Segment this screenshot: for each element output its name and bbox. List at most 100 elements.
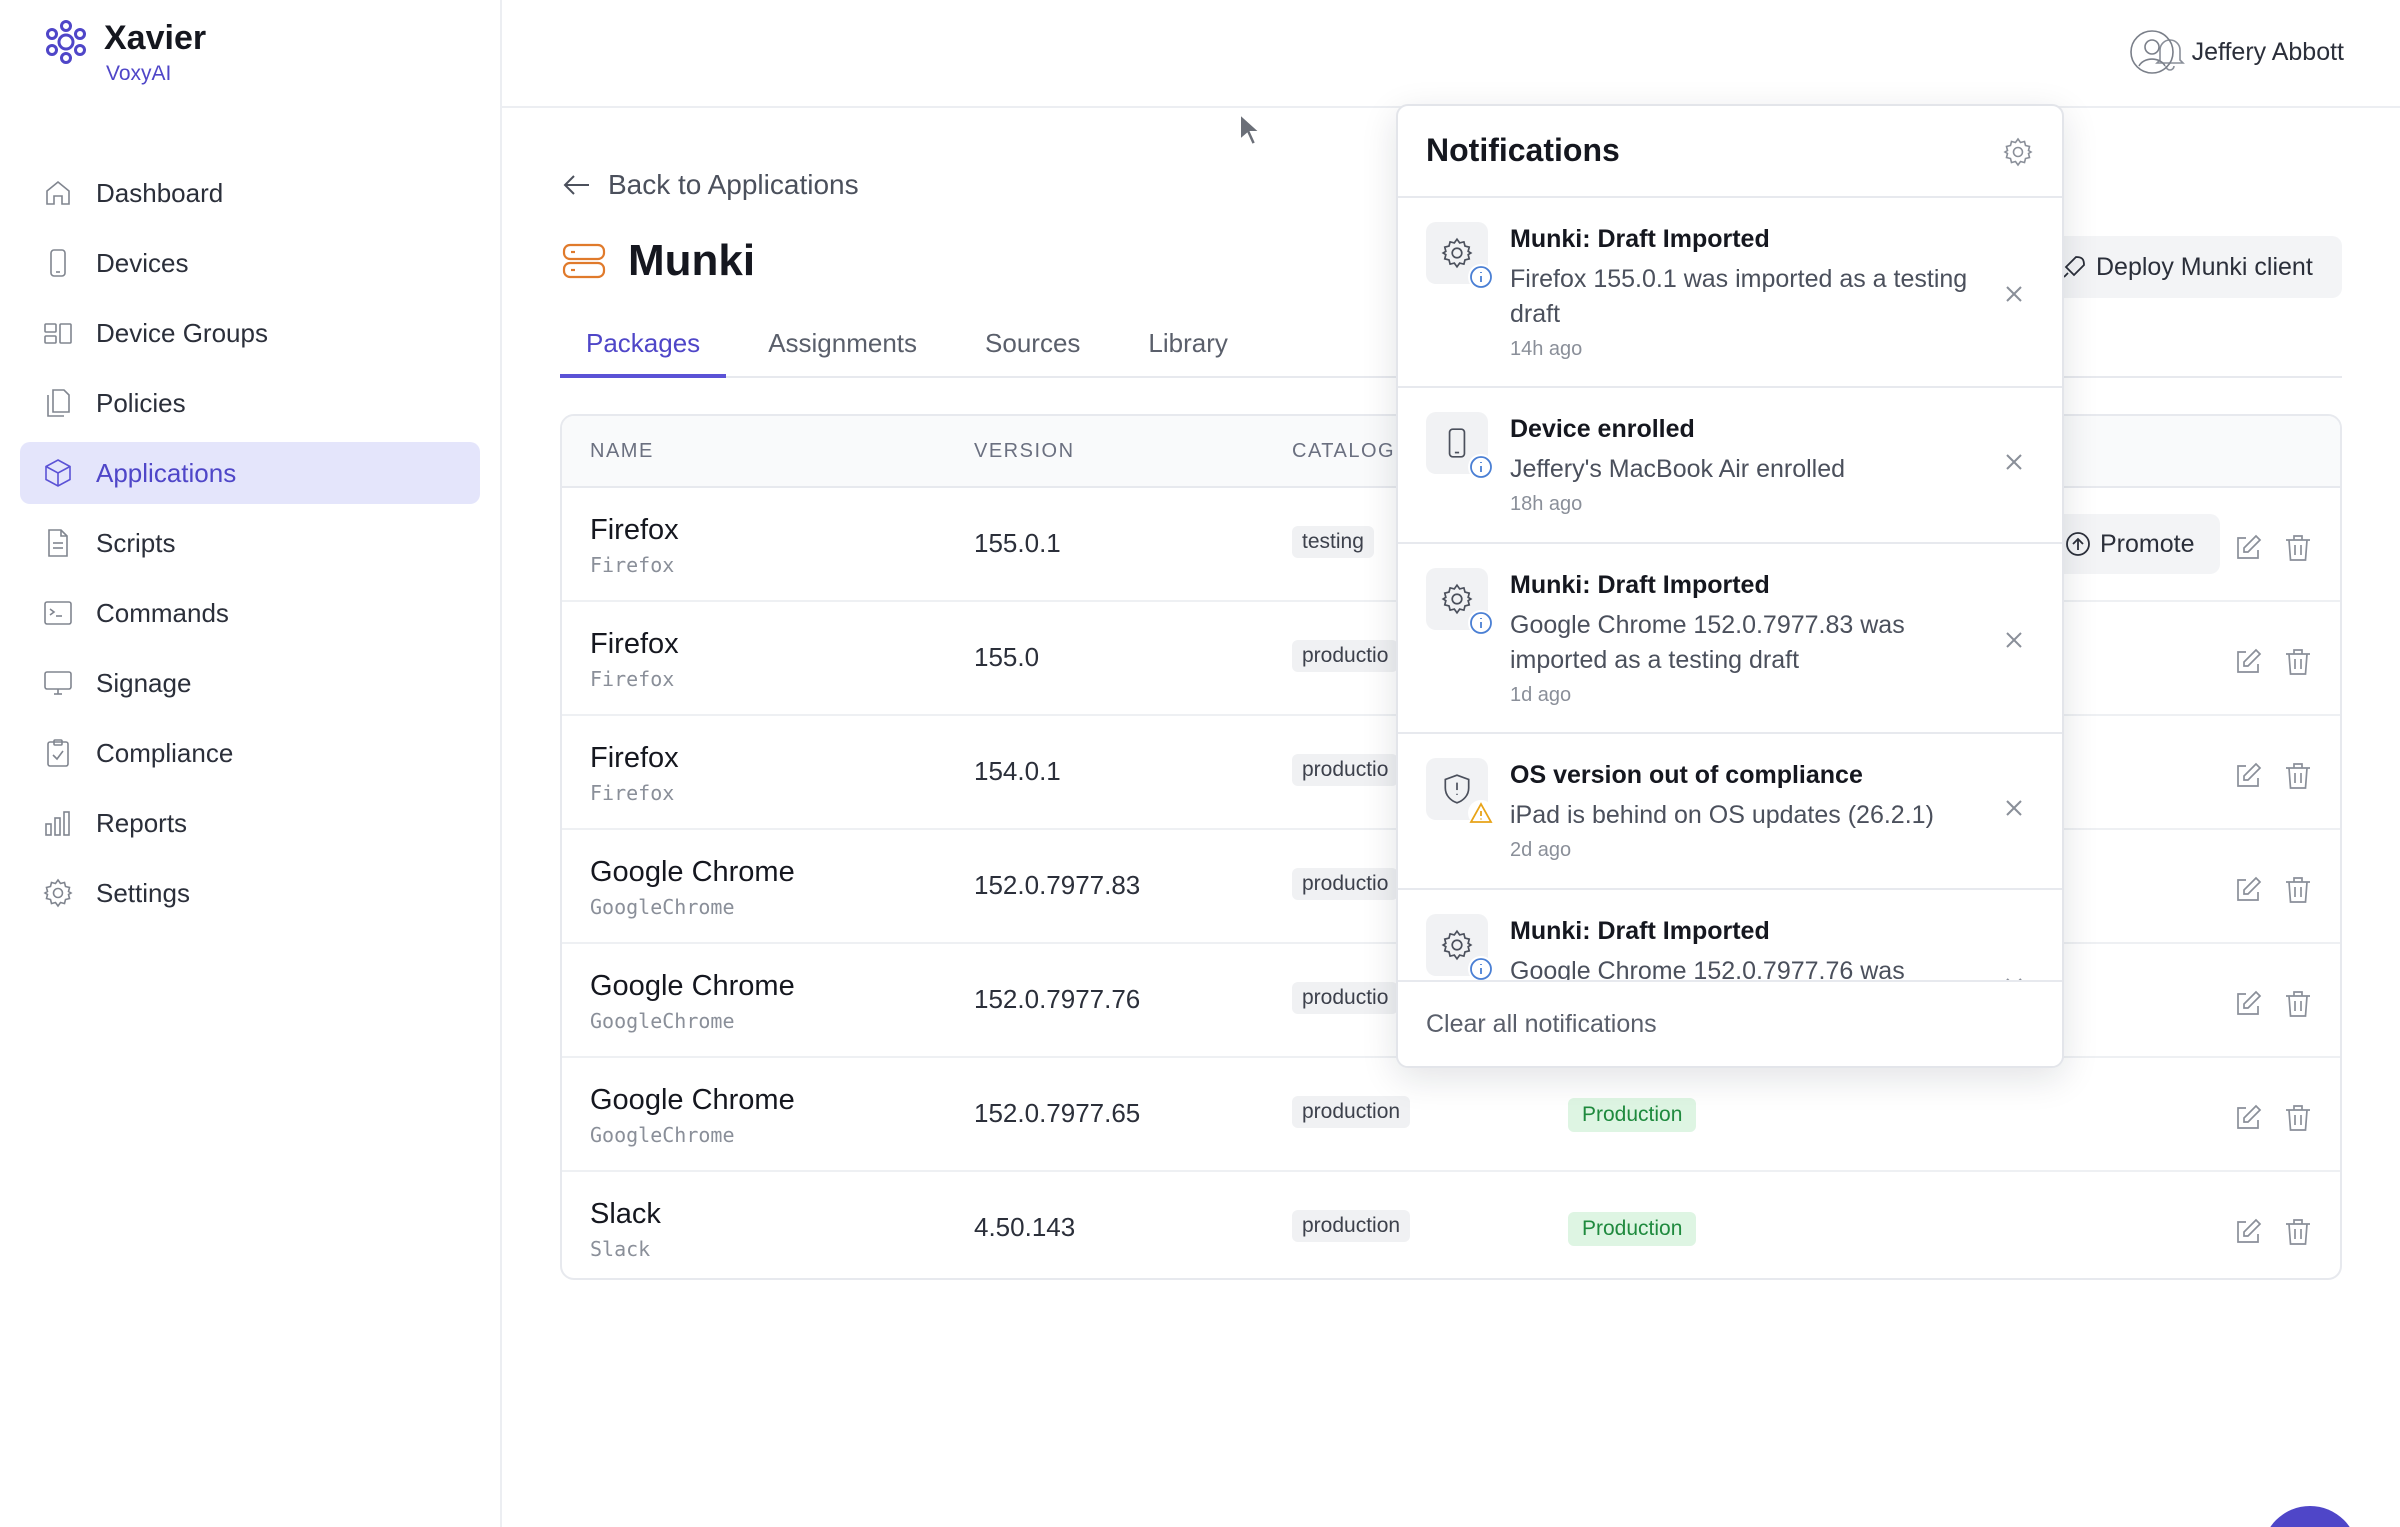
trash-icon[interactable] <box>2282 760 2314 792</box>
sidebar-item-signage[interactable]: Signage <box>20 652 480 714</box>
bar-chart-icon <box>42 807 74 839</box>
package-name: Firefox <box>590 742 679 774</box>
notification-item[interactable]: Munki: Draft Imported Google Chrome 152.… <box>1398 890 2062 986</box>
trash-icon[interactable] <box>2282 1102 2314 1134</box>
status-badge: Production <box>1568 1212 1697 1246</box>
edit-icon[interactable] <box>2232 532 2264 564</box>
sidebar-item-label: Policies <box>96 387 186 418</box>
edit-icon[interactable] <box>2232 988 2264 1020</box>
catalog-badge: production <box>1292 1210 1411 1242</box>
catalog-badge: productio <box>1292 640 1399 672</box>
edit-icon[interactable] <box>2232 1102 2264 1134</box>
notification-item[interactable]: Munki: Draft Imported Google Chrome 152.… <box>1398 544 2062 734</box>
notification-settings-icon[interactable] <box>2002 136 2034 168</box>
trash-icon[interactable] <box>2282 532 2314 564</box>
phone-icon <box>1426 412 1494 480</box>
user-menu[interactable]: Jeffery Abbott <box>2128 28 2344 76</box>
package-version: 4.50.143 <box>974 1212 1076 1242</box>
edit-icon[interactable] <box>2232 1216 2264 1248</box>
brand[interactable]: Xavier VoxyAI <box>42 16 206 86</box>
trash-icon[interactable] <box>2282 874 2314 906</box>
server-icon <box>562 243 606 279</box>
trash-icon[interactable] <box>2282 1216 2314 1248</box>
package-id: Firefox <box>590 667 675 691</box>
dismiss-notification-icon[interactable] <box>2002 628 2026 652</box>
notification-item[interactable]: Device enrolled Jeffery's MacBook Air en… <box>1398 388 2062 544</box>
gear-icon <box>1426 914 1494 982</box>
catalog-badge: testing <box>1292 526 1374 558</box>
notifications-header: Notifications <box>1398 106 2062 198</box>
package-name: Firefox <box>590 628 679 660</box>
sidebar-nav: Dashboard Devices Device Groups Policies… <box>20 162 480 932</box>
notification-item[interactable]: Munki: Draft Imported Firefox 155.0.1 wa… <box>1398 198 2062 388</box>
package-name: Google Chrome <box>590 1084 795 1116</box>
trash-icon[interactable] <box>2282 988 2314 1020</box>
back-label: Back to Applications <box>608 169 859 200</box>
user-avatar-icon <box>2129 30 2174 74</box>
rocket-icon <box>2063 256 2085 278</box>
dismiss-notification-icon[interactable] <box>2002 450 2026 474</box>
notification-item[interactable]: OS version out of compliance iPad is beh… <box>1398 734 2062 890</box>
deploy-munki-client-button[interactable]: Deploy Munki client <box>2040 236 2342 298</box>
package-version: 152.0.7977.83 <box>974 870 1141 900</box>
sidebar-item-label: Reports <box>96 807 188 838</box>
promote-button[interactable]: Promote <box>2050 514 2221 574</box>
sidebar-item-applications[interactable]: Applications <box>20 442 480 504</box>
tab-library[interactable]: Library <box>1122 318 1253 378</box>
trash-icon[interactable] <box>2282 646 2314 678</box>
notification-body: iPad is behind on OS updates (26.2.1) <box>1510 801 1934 829</box>
deploy-label: Deploy Munki client <box>2096 252 2313 281</box>
sidebar-item-settings[interactable]: Settings <box>20 862 480 924</box>
edit-icon[interactable] <box>2232 874 2264 906</box>
package-id: Firefox <box>590 553 675 577</box>
dismiss-notification-icon[interactable] <box>2002 282 2026 306</box>
notification-title: Munki: Draft Imported <box>1510 917 1770 945</box>
brand-name: Xavier <box>104 19 207 57</box>
notifications-title: Notifications <box>1426 132 1620 168</box>
notification-list[interactable]: Munki: Draft Imported Firefox 155.0.1 wa… <box>1398 198 2062 986</box>
notification-time: 18h ago <box>1510 493 1583 515</box>
sidebar-item-commands[interactable]: Commands <box>20 582 480 644</box>
notification-body: Google Chrome 152.0.7977.83 was imported… <box>1510 611 1905 674</box>
package-id: Slack <box>590 1237 651 1261</box>
floating-action-button[interactable] <box>2262 1506 2358 1527</box>
back-to-applications-link[interactable]: Back to Applications <box>560 168 859 202</box>
catalog-badge: productio <box>1292 982 1399 1014</box>
sidebar-item-label: Dashboard <box>96 177 224 208</box>
status-badge: Production <box>1568 1098 1697 1132</box>
mouse-cursor-icon <box>1239 112 1263 147</box>
sidebar-item-reports[interactable]: Reports <box>20 792 480 854</box>
tab-assignments[interactable]: Assignments <box>742 318 943 378</box>
sidebar-item-label: Device Groups <box>96 317 268 348</box>
package-version: 155.0 <box>974 642 1040 672</box>
sidebar-item-policies[interactable]: Policies <box>20 372 480 434</box>
package-id: GoogleChrome <box>590 895 735 919</box>
sidebar-item-device-groups[interactable]: Device Groups <box>20 302 480 364</box>
catalog-badge: production <box>1292 1096 1411 1128</box>
warning-icon <box>1468 800 1494 826</box>
edit-icon[interactable] <box>2232 760 2264 792</box>
notification-body: Jeffery's MacBook Air enrolled <box>1510 455 1846 483</box>
package-name: Slack <box>590 1198 661 1230</box>
sidebar-item-label: Scripts <box>96 527 176 558</box>
column-header-name: NAME <box>590 440 654 462</box>
arrow-left-icon <box>563 175 589 195</box>
sidebar-item-devices[interactable]: Devices <box>20 232 480 294</box>
sidebar-item-scripts[interactable]: Scripts <box>20 512 480 574</box>
tab-sources[interactable]: Sources <box>959 318 1106 378</box>
edit-icon[interactable] <box>2232 646 2264 678</box>
catalog-badge: productio <box>1292 868 1399 900</box>
tab-packages[interactable]: Packages <box>560 318 727 378</box>
notifications-footer: Clear all notifications <box>1398 980 2062 1066</box>
notification-body: Firefox 155.0.1 was imported as a testin… <box>1510 265 1968 328</box>
shield-icon <box>1426 758 1494 826</box>
sidebar-item-compliance[interactable]: Compliance <box>20 722 480 784</box>
gear-icon <box>1426 222 1494 290</box>
dismiss-notification-icon[interactable] <box>2002 796 2026 820</box>
table-row[interactable]: Google Chrome GoogleChrome 152.0.7977.65 … <box>562 1058 2340 1172</box>
notification-title: Munki: Draft Imported <box>1510 225 1770 253</box>
sidebar-item-dashboard[interactable]: Dashboard <box>20 162 480 224</box>
clear-all-notifications-button[interactable]: Clear all notifications <box>1426 1010 1657 1039</box>
sidebar-item-label: Compliance <box>96 737 234 768</box>
table-row[interactable]: Slack Slack 4.50.143 production Productio… <box>562 1172 2340 1278</box>
